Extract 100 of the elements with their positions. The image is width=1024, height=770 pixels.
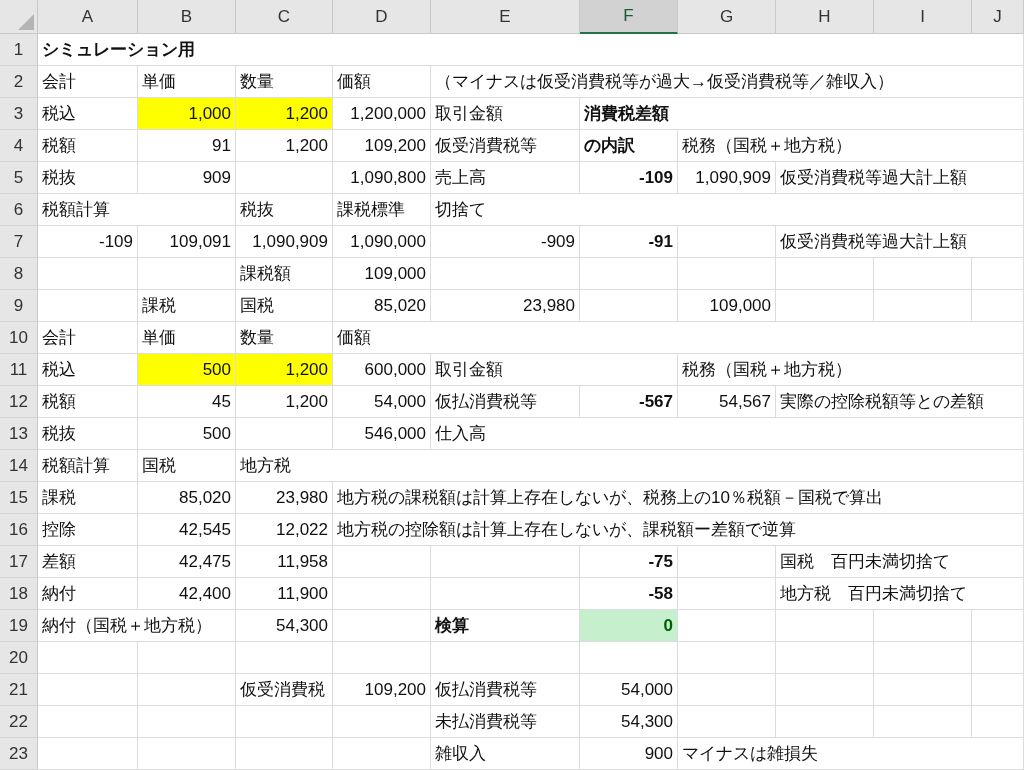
table-cell: 課税標準 <box>333 194 431 226</box>
table-cell: 売上高 <box>431 162 580 194</box>
column-header[interactable]: C <box>236 0 333 34</box>
row-header[interactable]: 10 <box>0 322 38 354</box>
row-header[interactable]: 4 <box>0 130 38 162</box>
empty-cell <box>972 642 1024 674</box>
table-cell: 109,200 <box>333 130 431 162</box>
table-cell: 税込 <box>38 354 138 386</box>
table-cell: 控除 <box>38 514 138 546</box>
table-cell: 雑収入 <box>431 738 580 770</box>
table-cell: 1,090,000 <box>333 226 431 258</box>
row-header[interactable]: 6 <box>0 194 38 226</box>
highlighted-cell: 1,200 <box>236 354 333 386</box>
highlighted-cell: 1,000 <box>138 98 236 130</box>
table-cell: 54,300 <box>580 706 678 738</box>
table-cell: 仮払消費税等 <box>431 674 580 706</box>
table-cell: 取引金額 <box>431 98 580 130</box>
table-cell: 909 <box>138 162 236 194</box>
table-cell: -109 <box>38 226 138 258</box>
column-header[interactable]: J <box>972 0 1024 34</box>
empty-cell <box>972 258 1024 290</box>
row-header[interactable]: 5 <box>0 162 38 194</box>
table-cell: 納付 <box>38 578 138 610</box>
table-cell: 差額 <box>38 546 138 578</box>
row-header[interactable]: 20 <box>0 642 38 674</box>
table-cell: -909 <box>431 226 580 258</box>
table-cell: 税額計算 <box>38 450 138 482</box>
table-cell: 12,022 <box>236 514 333 546</box>
table-cell: 1,200 <box>236 130 333 162</box>
table-cell: 仮払消費税等 <box>431 386 580 418</box>
table-cell: 会計 <box>38 66 138 98</box>
table-cell: 42,400 <box>138 578 236 610</box>
table-cell: 税抜 <box>38 162 138 194</box>
row-header[interactable]: 3 <box>0 98 38 130</box>
table-cell: 国税 <box>138 450 236 482</box>
row-header[interactable]: 23 <box>0 738 38 770</box>
table-cell: 仮受消費税等 <box>431 130 580 162</box>
highlighted-cell: 500 <box>138 354 236 386</box>
row-header[interactable]: 1 <box>0 34 38 66</box>
row-header[interactable]: 15 <box>0 482 38 514</box>
table-cell: 54,000 <box>333 386 431 418</box>
column-header[interactable]: F <box>580 0 678 34</box>
column-header[interactable]: I <box>874 0 972 34</box>
table-cell: 税抜 <box>38 418 138 450</box>
row-header[interactable]: 22 <box>0 706 38 738</box>
table-cell: 税額計算 <box>38 194 236 226</box>
row-header[interactable]: 19 <box>0 610 38 642</box>
table-cell: 109,200 <box>333 674 431 706</box>
table-cell: 仮受消費税等過大計上額 <box>776 162 1024 194</box>
row-header[interactable]: 18 <box>0 578 38 610</box>
column-header[interactable]: H <box>776 0 874 34</box>
column-header[interactable]: B <box>138 0 236 34</box>
table-cell: 54,567 <box>678 386 776 418</box>
table-cell: 税抜 <box>236 194 333 226</box>
table-cell: -58 <box>580 578 678 610</box>
row-header[interactable]: 12 <box>0 386 38 418</box>
table-cell: の内訳 <box>580 130 678 162</box>
row-header[interactable]: 14 <box>0 450 38 482</box>
table-cell: 課税 <box>38 482 138 514</box>
row-header[interactable]: 2 <box>0 66 38 98</box>
table-cell: 仕入高 <box>431 418 1024 450</box>
table-cell: 税務（国税＋地方税） <box>678 354 1024 386</box>
highlighted-cell: 0 <box>580 610 678 642</box>
empty-cell <box>972 674 1024 706</box>
table-cell: 検算 <box>431 610 580 642</box>
table-cell: 単価 <box>138 66 236 98</box>
table-cell: 価額 <box>333 66 431 98</box>
row-header[interactable]: 17 <box>0 546 38 578</box>
table-cell: -109 <box>580 162 678 194</box>
empty-cell <box>972 610 1024 642</box>
table-cell: 42,475 <box>138 546 236 578</box>
row-header[interactable]: 13 <box>0 418 38 450</box>
row-header[interactable]: 9 <box>0 290 38 322</box>
column-header[interactable]: E <box>431 0 580 34</box>
highlighted-cell: 1,200 <box>236 98 333 130</box>
table-cell: 54,000 <box>580 674 678 706</box>
table-cell: -91 <box>580 226 678 258</box>
table-cell: 地方税の控除額は計算上存在しないが、課税額ー差額で逆算 <box>333 514 1024 546</box>
table-cell: 1,200,000 <box>333 98 431 130</box>
row-header[interactable]: 7 <box>0 226 38 258</box>
table-cell: 会計 <box>38 322 138 354</box>
column-header[interactable]: A <box>38 0 138 34</box>
row-header[interactable]: 21 <box>0 674 38 706</box>
row-header[interactable]: 8 <box>0 258 38 290</box>
row-header[interactable]: 11 <box>0 354 38 386</box>
table-cell: 国税 百円未満切捨て <box>776 546 1024 578</box>
table-cell: 実際の控除税額等との差額 <box>776 386 1024 418</box>
table-cell: 価額 <box>333 322 1024 354</box>
table-cell: 課税額 <box>236 258 333 290</box>
column-header[interactable]: G <box>678 0 776 34</box>
table-cell: 税額 <box>38 130 138 162</box>
table-cell: 数量 <box>236 322 333 354</box>
select-all-triangle-icon[interactable] <box>18 14 34 30</box>
table-cell: シミュレーション用 <box>38 34 1024 66</box>
table-cell: マイナスは雑損失 <box>678 738 1024 770</box>
table-cell: 23,980 <box>236 482 333 514</box>
column-header[interactable]: D <box>333 0 431 34</box>
row-header[interactable]: 16 <box>0 514 38 546</box>
table-cell: 1,090,800 <box>333 162 431 194</box>
table-cell: 23,980 <box>431 290 580 322</box>
